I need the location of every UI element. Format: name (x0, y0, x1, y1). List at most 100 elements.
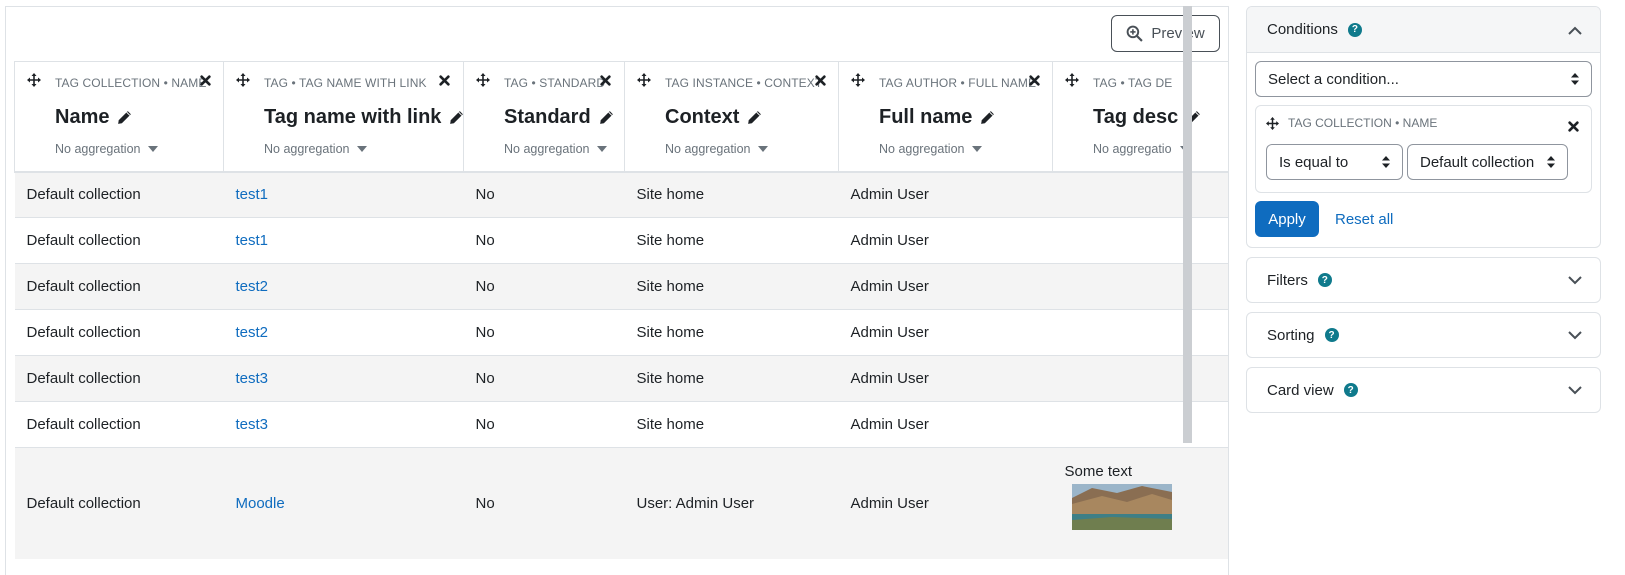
table-header-row: TAG COLLECTION • NAME Name No aggregatio… (14, 61, 1228, 173)
aggregation-dropdown[interactable]: No aggregation (665, 142, 769, 156)
chevron-down-icon[interactable] (1568, 276, 1582, 285)
help-icon[interactable]: ? (1347, 22, 1362, 37)
description-cell (1052, 171, 1228, 218)
collection-name-cell: Default collection (14, 401, 224, 448)
report-builder-area: Preview TAG COLLECTION • NAME Name No ag… (5, 6, 1229, 575)
collection-name-cell: Default collection (14, 217, 224, 264)
move-icon[interactable] (476, 73, 490, 87)
column-title[interactable]: Tag name with link (264, 106, 464, 129)
caret-down-icon (758, 146, 769, 152)
sorting-header[interactable]: Sorting ? (1247, 313, 1600, 357)
filters-card: Filters ? (1246, 257, 1601, 303)
help-icon[interactable]: ? (1317, 273, 1332, 287)
value-select[interactable]: Default collection (1407, 144, 1568, 180)
tag-name-link[interactable]: test2 (236, 278, 269, 295)
tag-name-cell: test3 (223, 401, 464, 448)
pencil-icon[interactable] (599, 110, 614, 125)
aggregation-dropdown[interactable]: No aggregation (264, 142, 368, 156)
table-row: Default collection test1 No Site home Ad… (14, 171, 1228, 218)
reset-all-link[interactable]: Reset all (1335, 211, 1393, 228)
chevron-up-icon[interactable] (1568, 26, 1582, 35)
apply-button[interactable]: Apply (1255, 201, 1319, 237)
close-icon[interactable] (600, 75, 611, 86)
select-arrows-icon (1547, 156, 1555, 168)
table-body: Default collection test1 No Site home Ad… (14, 171, 1228, 559)
tag-name-link[interactable]: test3 (236, 416, 269, 433)
tag-name-cell: test2 (223, 309, 464, 356)
condition-header: TAG COLLECTION • NAME (1266, 116, 1581, 132)
column-title[interactable]: Standard (504, 106, 614, 129)
collection-name-cell: Default collection (14, 171, 224, 218)
close-icon[interactable] (439, 75, 450, 86)
collection-name-cell: Default collection (14, 447, 224, 559)
author-cell: Admin User (838, 355, 1053, 402)
author-cell: Admin User (838, 309, 1053, 356)
column-title-text: Tag name with link (264, 106, 442, 128)
tag-name-cell: test2 (223, 263, 464, 310)
pencil-icon[interactable] (117, 110, 132, 125)
conditions-actions: Apply Reset all (1255, 201, 1592, 237)
tag-name-link[interactable]: Moodle (236, 495, 285, 512)
tag-name-link[interactable]: test1 (236, 186, 269, 203)
vertical-scrollbar[interactable] (1183, 6, 1192, 443)
move-icon[interactable] (851, 73, 865, 87)
move-icon[interactable] (27, 73, 41, 87)
column-header-inner: TAG AUTHOR • FULL NAME Full name No aggr… (839, 62, 1052, 171)
author-cell: Admin User (838, 217, 1053, 264)
filters-header[interactable]: Filters ? (1247, 258, 1600, 302)
operator-select[interactable]: Is equal to (1266, 144, 1403, 180)
aggregation-dropdown[interactable]: No aggregation (55, 142, 159, 156)
move-icon[interactable] (637, 73, 651, 87)
help-icon[interactable]: ? (1324, 328, 1339, 342)
move-icon[interactable] (236, 73, 250, 87)
move-icon[interactable] (1065, 73, 1079, 87)
table-row: Default collection Moodle No User: Admin… (14, 447, 1228, 559)
close-icon[interactable] (1029, 75, 1040, 86)
filters-title: Filters (1267, 271, 1308, 289)
aggregation-dropdown[interactable]: No aggregation (504, 142, 608, 156)
chevron-down-icon[interactable] (1568, 331, 1582, 340)
caret-down-icon (357, 146, 368, 152)
pencil-icon[interactable] (449, 110, 464, 125)
column-header-inner: TAG COLLECTION • NAME Name No aggregatio… (15, 62, 223, 171)
condition-value: Default collection (1420, 153, 1535, 171)
column-header-inner: TAG • TAG DE Tag desc No aggregatio (1053, 62, 1228, 171)
standard-cell: No (463, 217, 625, 264)
report-table-wrapper: TAG COLLECTION • NAME Name No aggregatio… (14, 61, 1228, 575)
tag-name-link[interactable]: test2 (236, 324, 269, 341)
caret-down-icon (972, 146, 983, 152)
description-cell (1052, 217, 1228, 264)
move-icon[interactable] (1266, 116, 1279, 130)
column-title[interactable]: Full name (879, 106, 995, 129)
pencil-icon[interactable] (980, 110, 995, 125)
select-condition-dropdown[interactable]: Select a condition... (1255, 61, 1592, 97)
column-header: TAG • STANDARD Standard No aggregation (463, 61, 625, 173)
aggregation-dropdown[interactable]: No aggregatio (1093, 142, 1190, 156)
column-caption: TAG INSTANCE • CONTEXT (665, 76, 823, 90)
sorting-card: Sorting ? (1246, 312, 1601, 358)
card-view-header[interactable]: Card view ? (1247, 368, 1600, 412)
close-icon[interactable] (815, 75, 826, 86)
context-cell: Site home (624, 263, 839, 310)
conditions-header[interactable]: Conditions ? (1247, 7, 1600, 53)
column-header: TAG • TAG DE Tag desc No aggregatio (1052, 61, 1228, 173)
caret-down-icon (597, 146, 608, 152)
aggregation-label: No aggregation (504, 142, 590, 156)
close-icon[interactable] (200, 75, 211, 86)
tag-name-link[interactable]: test1 (236, 232, 269, 249)
tag-name-link[interactable]: test3 (236, 370, 269, 387)
standard-cell: No (463, 401, 625, 448)
column-title[interactable]: Context (665, 106, 762, 129)
aggregation-label: No aggregation (264, 142, 350, 156)
description-cell (1052, 355, 1228, 402)
landscape-image (1071, 484, 1172, 530)
pencil-icon[interactable] (747, 110, 762, 125)
close-icon[interactable] (1568, 121, 1579, 132)
chevron-down-icon[interactable] (1568, 386, 1582, 395)
preview-button[interactable]: Preview (1111, 15, 1220, 52)
aggregation-dropdown[interactable]: No aggregation (879, 142, 983, 156)
help-icon[interactable]: ? (1343, 383, 1358, 397)
column-header: TAG • TAG NAME WITH LINK Tag name with l… (223, 61, 464, 173)
conditions-card: Conditions ? Select a condition... TAG C… (1246, 6, 1601, 248)
column-title[interactable]: Name (55, 106, 132, 129)
